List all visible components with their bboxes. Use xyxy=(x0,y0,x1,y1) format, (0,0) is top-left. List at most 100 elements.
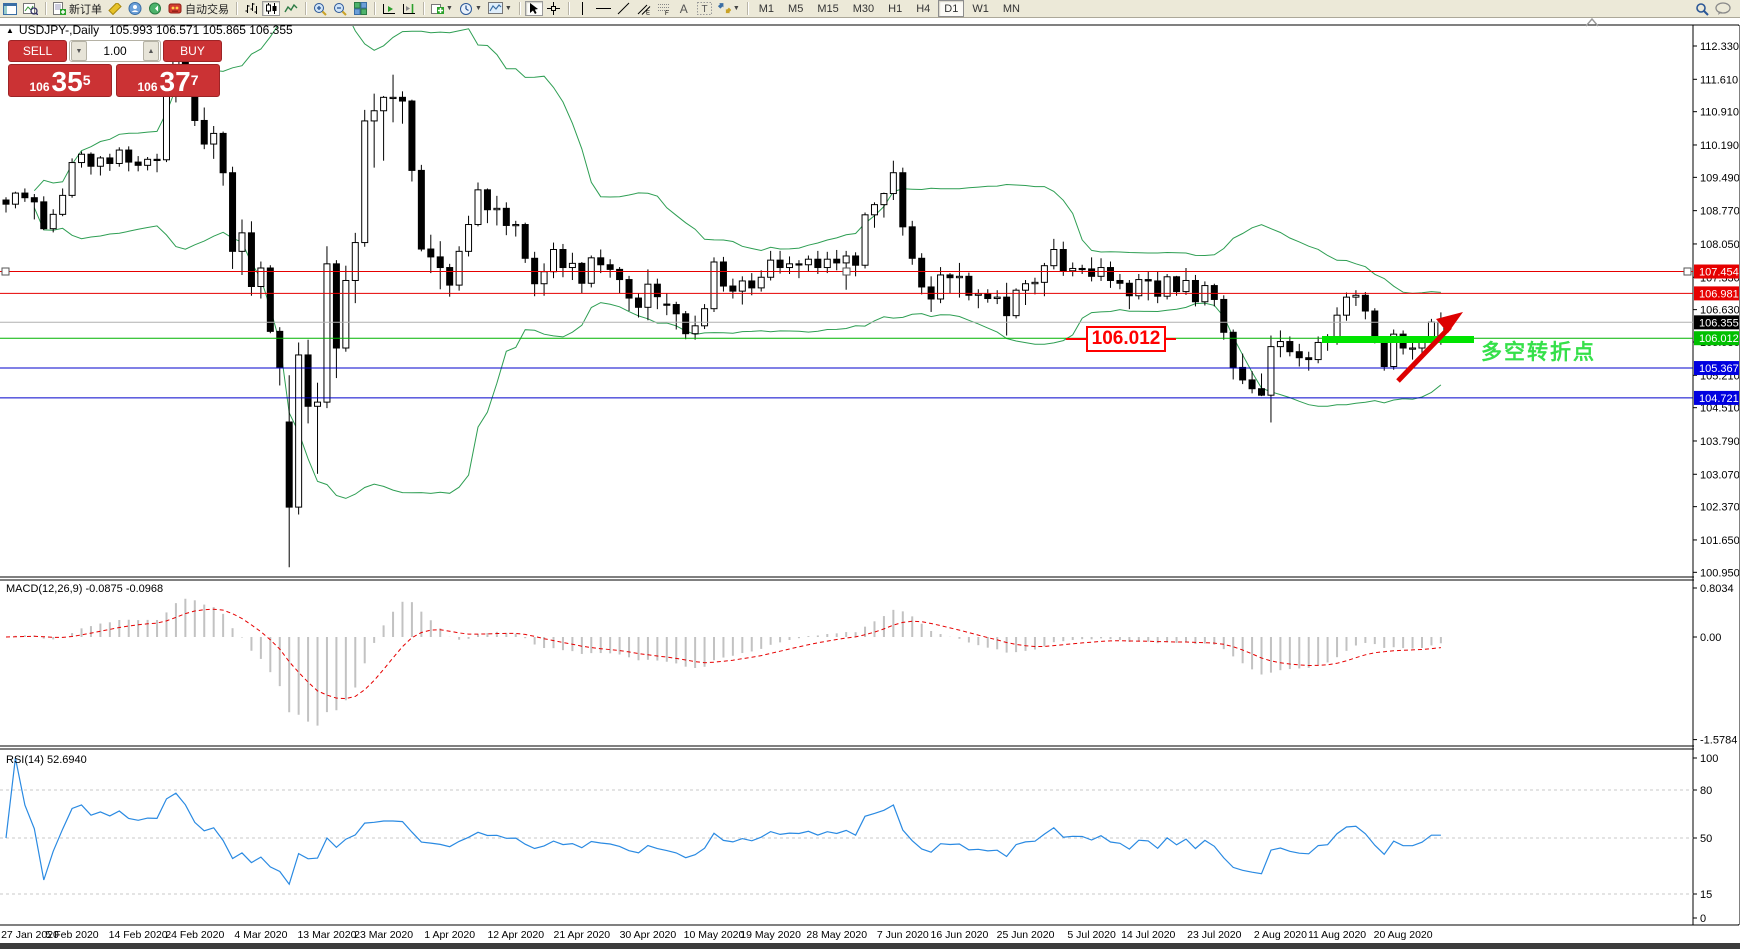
tf-m1-button[interactable]: M1 xyxy=(753,0,780,17)
news-button[interactable] xyxy=(146,1,164,16)
date-label: 14 Feb 2020 xyxy=(109,929,168,941)
candlestick-chart-button[interactable] xyxy=(262,1,280,16)
annotation-dash-left xyxy=(1066,338,1086,340)
candle-bear xyxy=(730,286,736,291)
price-tick-label: 108.050 xyxy=(1700,239,1740,251)
text-tool-button[interactable]: A xyxy=(675,1,693,16)
tf-h1-button[interactable]: H1 xyxy=(882,0,908,17)
zoom-in-button[interactable] xyxy=(311,1,329,16)
tf-h4-button[interactable]: H4 xyxy=(910,0,936,17)
toolbar-separator xyxy=(236,2,237,15)
volume-input[interactable] xyxy=(88,43,142,59)
price-badge-105.367: 105.367 xyxy=(1694,361,1739,375)
candle-bull xyxy=(1032,282,1038,283)
bars-chart-button[interactable] xyxy=(242,1,260,16)
search-button[interactable] xyxy=(1693,1,1711,16)
tf-m15-button[interactable]: M15 xyxy=(811,0,844,17)
chat-button[interactable] xyxy=(1713,1,1733,16)
candle-bear xyxy=(126,150,132,162)
line-handle[interactable] xyxy=(2,268,9,275)
trendline-tool-button[interactable] xyxy=(615,1,633,16)
trend-note-text[interactable]: 多空转折点 xyxy=(1481,336,1596,366)
candle-bear xyxy=(1249,380,1255,389)
crosshair-button[interactable] xyxy=(545,1,563,16)
price-tick-label: 100.950 xyxy=(1700,567,1740,579)
chartshift-button[interactable] xyxy=(400,1,418,16)
candle-bull xyxy=(69,163,75,196)
bottom-scrollbar[interactable] xyxy=(0,943,1740,949)
candle-bear xyxy=(428,249,434,257)
candle-bear xyxy=(135,162,141,165)
volume-down-button[interactable]: ▼ xyxy=(71,41,87,61)
shapes-tool-button[interactable]: ▼ xyxy=(716,1,742,16)
date-label: 23 Jul 2020 xyxy=(1187,929,1241,941)
rsi-scale-label: 100 xyxy=(1700,753,1718,765)
candle-bull xyxy=(258,268,264,287)
date-label: 30 Apr 2020 xyxy=(620,929,677,941)
candle-bear xyxy=(683,314,689,334)
candle-bull xyxy=(994,297,1000,298)
periods-button[interactable]: ▼ xyxy=(457,1,484,16)
community-button[interactable] xyxy=(126,1,144,16)
tile-windows-button[interactable] xyxy=(351,1,369,16)
fibonacci-tool-button[interactable]: F xyxy=(655,1,673,16)
chevron-down-icon: ▼ xyxy=(475,5,482,12)
sell-button[interactable]: SELL xyxy=(8,40,67,62)
tf-d1-button[interactable]: D1 xyxy=(938,0,964,17)
tf-m5-button[interactable]: M5 xyxy=(782,0,809,17)
candle-bear xyxy=(654,284,660,296)
date-label: 5 Feb 2020 xyxy=(46,929,99,941)
new-order-button[interactable]: 新订单 xyxy=(51,1,104,16)
templates-button[interactable]: ▼ xyxy=(486,1,514,16)
price-badge-text: 106.355 xyxy=(1699,317,1739,329)
tf-mn-button[interactable]: MN xyxy=(997,0,1026,17)
autoscroll-button[interactable] xyxy=(380,1,398,16)
channel-tool-button[interactable]: E xyxy=(635,1,653,16)
zoom-out-button[interactable] xyxy=(331,1,349,16)
candle-bear xyxy=(579,263,585,283)
cursor-button[interactable] xyxy=(525,1,543,16)
tf-m30-button[interactable]: M30 xyxy=(847,0,880,17)
profiles-button[interactable] xyxy=(21,1,40,16)
volume-up-button[interactable]: ▲ xyxy=(143,41,159,61)
price-badge-text: 104.721 xyxy=(1699,393,1739,405)
candle-bull xyxy=(1070,268,1076,270)
date-label: 5 Jul 2020 xyxy=(1067,929,1116,941)
line-chart-button[interactable] xyxy=(282,1,300,16)
svg-text:E: E xyxy=(646,11,650,16)
buy-button[interactable]: BUY xyxy=(163,40,222,62)
time-axis[interactable]: 27 Jan 20205 Feb 202014 Feb 202024 Feb 2… xyxy=(1,929,1433,941)
candle-bear xyxy=(22,193,28,198)
tf-w1-button[interactable]: W1 xyxy=(966,0,995,17)
new-chart-button[interactable] xyxy=(1,1,19,16)
line-handle[interactable] xyxy=(1684,268,1691,275)
metaeditor-button[interactable] xyxy=(106,1,124,16)
price-annotation-box[interactable]: 106.012 xyxy=(1086,326,1166,352)
chevron-down-icon: ▼ xyxy=(733,5,740,12)
indicators-button[interactable]: ▼ xyxy=(429,1,455,16)
line-handle[interactable] xyxy=(843,268,850,275)
candle-bull xyxy=(871,205,877,215)
candle-bear xyxy=(664,304,670,305)
chart-canvas[interactable]: 112.330111.610110.910110.190109.490108.7… xyxy=(0,0,1740,949)
date-label: 12 Apr 2020 xyxy=(487,929,544,941)
candle-bear xyxy=(277,331,283,367)
chart-frame xyxy=(0,19,1739,925)
candle-bull xyxy=(541,272,547,284)
buy-price[interactable]: 106 37 7 xyxy=(116,64,220,97)
candle-bull xyxy=(787,264,793,268)
candle-bear xyxy=(1060,250,1066,271)
support-highlight-bar[interactable] xyxy=(1322,336,1474,343)
sell-price-pip: 5 xyxy=(83,65,91,95)
autotrading-button[interactable]: 自动交易 xyxy=(166,1,231,16)
sell-price[interactable]: 106 35 5 xyxy=(8,64,112,97)
label-tool-button[interactable]: T xyxy=(695,1,714,16)
toolbar-separator xyxy=(519,2,520,15)
candle-bear xyxy=(947,275,953,278)
candle-bull xyxy=(371,111,377,121)
vline-tool-button[interactable] xyxy=(574,1,592,16)
hline-tool-button[interactable] xyxy=(594,1,613,16)
candle-bull xyxy=(513,225,519,226)
panel-collapse-icon[interactable]: ▲ xyxy=(6,26,14,35)
candle-bear xyxy=(1287,342,1293,352)
